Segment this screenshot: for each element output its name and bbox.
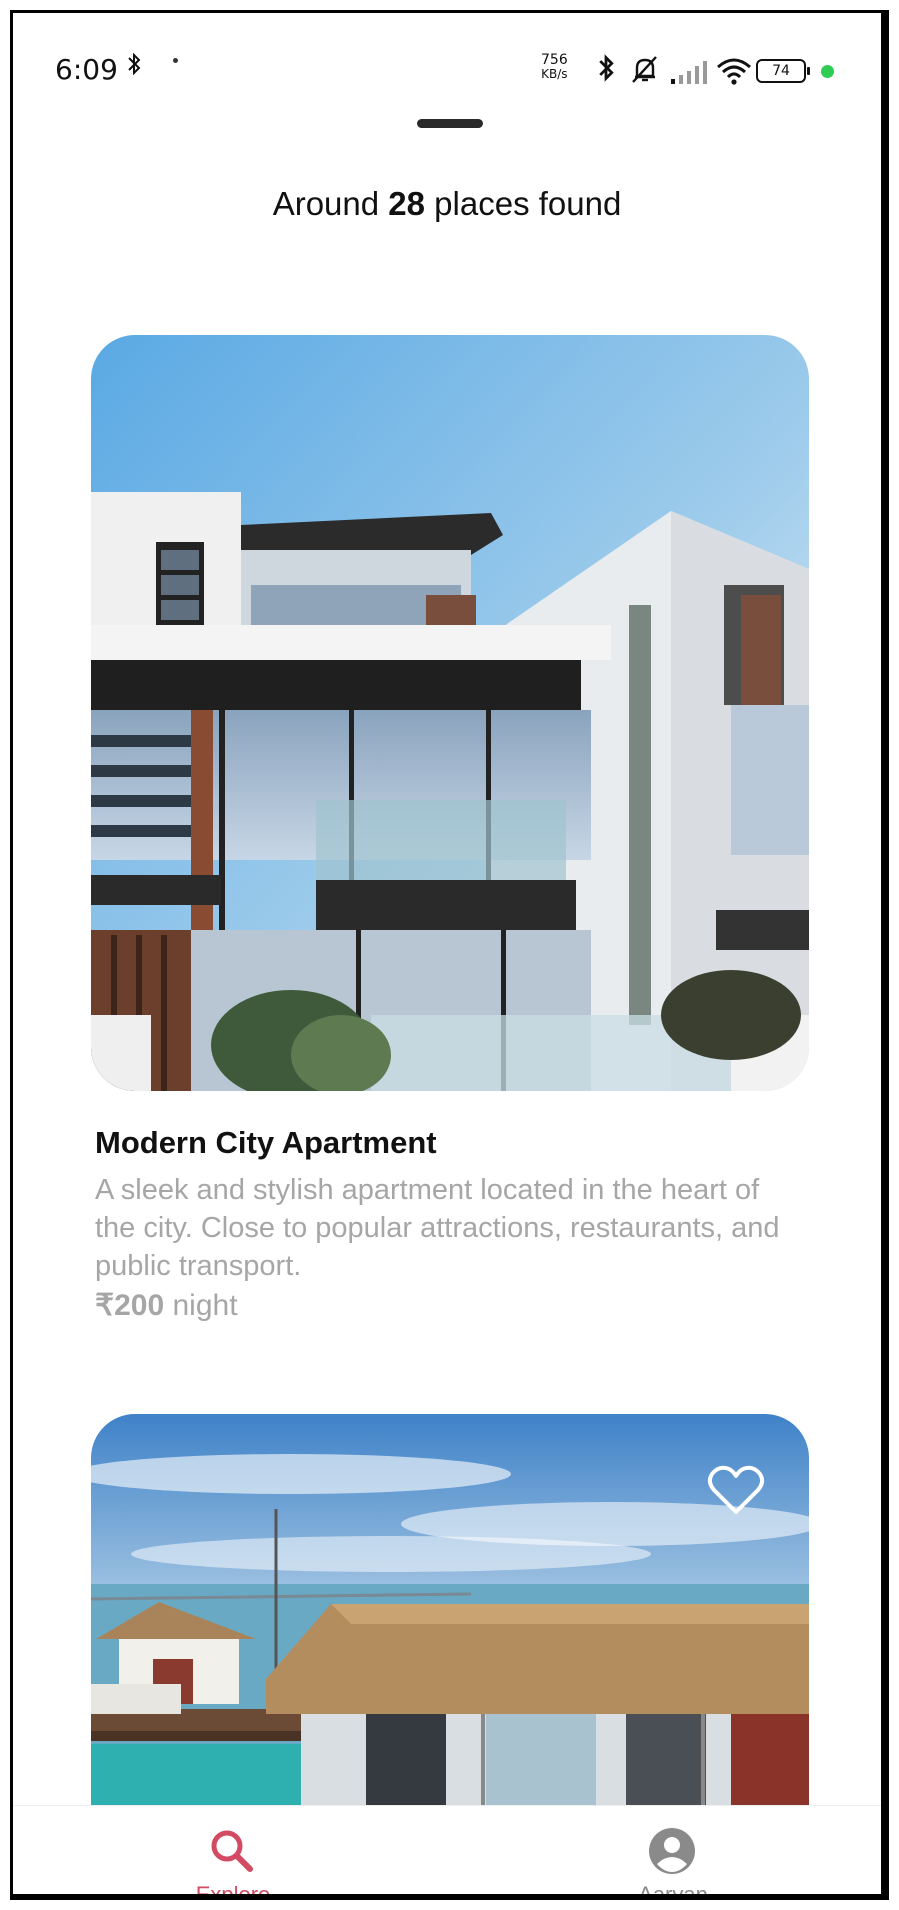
network-speed-value: 756 [541,52,568,68]
places-count: 28 [388,185,425,222]
places-count-header: Around 28 places found [13,185,881,223]
bluetooth-icon [597,53,615,87]
bluetooth-icon [127,51,141,84]
listing-title[interactable]: Modern City Apartment [95,1125,437,1161]
bottom-navigation: Explore Aaryan [13,1805,881,1900]
favorite-heart-icon[interactable] [707,1464,765,1520]
network-speed: 756 KB/s [541,53,568,81]
battery-icon: 74 [756,59,810,83]
signal-icon [669,59,709,89]
listing-price: ₹200 night [95,1288,238,1323]
mute-bell-icon [629,53,661,89]
privacy-indicator-dot [821,65,834,78]
listing-price-unit: night [172,1289,238,1322]
nav-item-explore[interactable]: Explore [133,1806,333,1900]
phone-frame: 6:09 756 KB/s 74 Around 28 places found … [10,10,889,1900]
listing-image-beach-villa[interactable] [91,1414,809,1814]
nav-label-profile: Aaryan [638,1882,708,1900]
notification-dot-icon [173,58,178,63]
search-icon [207,1826,257,1880]
sheet-drag-handle[interactable] [417,119,483,128]
wifi-icon [716,57,752,89]
account-circle-icon [647,1826,697,1880]
places-count-prefix: Around [272,185,380,222]
nav-item-profile[interactable]: Aaryan [573,1806,773,1900]
status-bar: 6:09 756 KB/s 74 [13,13,881,113]
places-count-suffix: places found [434,185,622,222]
nav-label-explore: Explore [195,1882,271,1900]
network-speed-unit: KB/s [541,67,568,81]
listing-description: A sleek and stylish apartment located in… [95,1174,780,1282]
status-time: 6:09 [55,53,118,86]
listing-price-amount: ₹200 [95,1289,165,1322]
listing-image-apartment[interactable] [91,335,809,1091]
